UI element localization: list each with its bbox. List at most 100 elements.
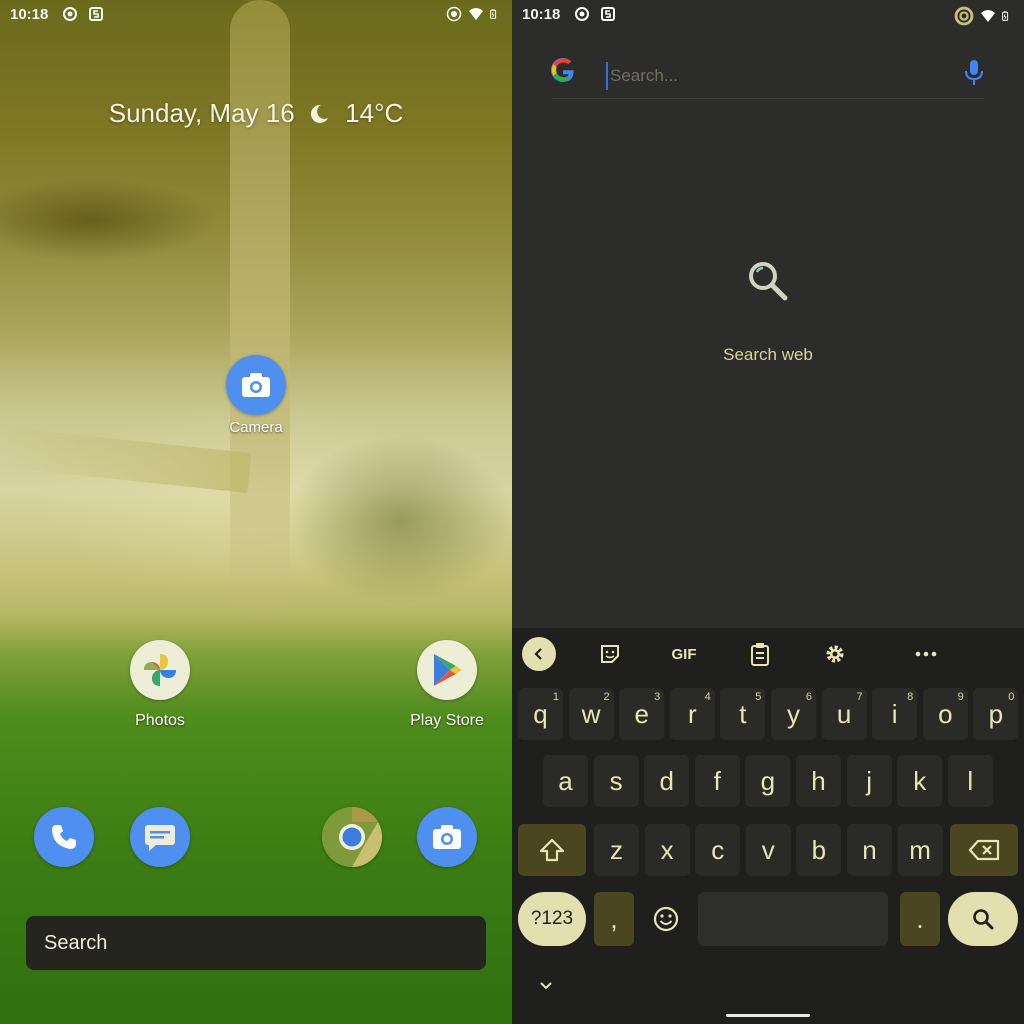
key-n[interactable]: n [847,824,892,876]
status-bar: 10:18 [0,0,512,30]
camera-icon [417,807,477,867]
shift-arrow-icon [539,838,565,862]
key-row-3: zxcvbnm [512,824,1024,876]
key-l[interactable]: l [947,755,993,807]
chrome-icon [322,807,382,867]
home-search-label: Search [44,931,108,954]
key-label: o [938,698,953,729]
key-u[interactable]: u7 [821,688,867,740]
key-v[interactable]: v [745,824,791,876]
key-row-4: ?123 , . [512,892,1024,946]
app-play-store[interactable]: Play Store [392,640,502,730]
message-icon [130,807,190,867]
search-screen: 10:18 Search web [512,0,1024,1024]
toolbar-clipboard-button[interactable] [746,638,774,670]
period-key[interactable]: . [900,892,940,946]
wifi-icon [469,8,483,20]
key-hint: 1 [552,691,559,703]
search-row [550,50,984,99]
keyboard-toolbar: GIF [512,628,1024,680]
status-time: 10:18 [10,6,49,23]
gesture-handle[interactable] [726,1014,810,1017]
key-d[interactable]: d [644,755,690,807]
play-triangle-icon [417,640,477,700]
app-camera[interactable]: Camera [201,355,311,436]
key-y[interactable]: y6 [771,688,816,740]
key-j[interactable]: j [846,755,892,807]
key-row-1: q1w2e3r4t5y6u7i8o9p0 [512,688,1024,740]
symbols-key[interactable]: ?123 [518,892,586,946]
chevron-left-icon [534,648,542,660]
google-g-icon [550,58,574,83]
hotspot-icon [446,6,462,22]
key-o[interactable]: o9 [922,688,968,740]
key-e[interactable]: e3 [619,688,665,740]
wallpaper-river-branch [0,427,252,493]
dock-chrome[interactable] [297,807,407,867]
key-b[interactable]: b [796,824,842,876]
backspace-key[interactable] [950,824,1018,876]
key-q[interactable]: q1 [518,688,563,740]
home-screen: 10:18 Sunday, May 16 14°C Camera Photos … [0,0,512,1024]
key-s[interactable]: s [593,755,639,807]
key-t[interactable]: t5 [720,688,766,740]
home-search-bar[interactable]: Search [26,916,486,970]
moon-icon [310,104,328,123]
backspace-icon [968,839,1000,861]
key-label: p [988,698,1004,729]
hotspot-icon [954,6,974,26]
phone-icon [34,807,94,867]
toolbar-sticker-button[interactable] [596,638,624,670]
status-time: 10:18 [522,6,561,23]
emoji-smile-icon [653,906,679,932]
key-f[interactable]: f [694,755,740,807]
search-icon [749,262,788,301]
app-photos[interactable]: Photos [105,640,215,730]
key-hint: 8 [907,691,914,703]
emoji-key[interactable] [642,892,690,946]
status-bar: 10:18 [512,0,1024,30]
key-z[interactable]: z [594,824,639,876]
comma-key[interactable]: , [594,892,634,946]
key-p[interactable]: p0 [973,688,1019,740]
key-x[interactable]: x [644,824,690,876]
key-hint: 0 [1008,691,1015,703]
screen-record-icon [63,7,77,21]
battery-icon [490,9,497,19]
key-h[interactable]: h [796,755,841,807]
app-label-photos: Photos [135,712,185,729]
dock-camera[interactable] [392,807,502,867]
key-k[interactable]: k [897,755,943,807]
space-key[interactable] [698,892,888,946]
dock-messages[interactable] [105,807,215,867]
gear-icon [826,645,844,663]
shift-key[interactable] [518,824,586,876]
toolbar-gif-button[interactable]: GIF [662,638,706,670]
key-a[interactable]: a [543,755,588,807]
key-label: u [836,698,852,729]
nav-bar [512,968,1024,1024]
notification-s-icon [601,7,615,21]
toolbar-more-button[interactable] [912,638,940,670]
chevron-down-icon[interactable] [538,978,554,994]
key-i[interactable]: i8 [872,688,918,740]
empty-state: Search web [512,258,1024,365]
search-input[interactable] [606,62,952,90]
dock-phone[interactable] [9,807,119,867]
key-m[interactable]: m [897,824,943,876]
wallpaper-river [230,0,290,620]
keyboard: GIF q1w2e3r4t5y6u7i8o9p0 asdfghjkl zxcvb… [512,628,1024,1024]
camera-icon [226,355,286,415]
at-a-glance[interactable]: Sunday, May 16 14°C [0,98,512,129]
key-label: w [581,698,601,729]
key-g[interactable]: g [745,755,791,807]
key-label: t [739,698,747,729]
key-w[interactable]: w2 [568,688,614,740]
key-r[interactable]: r4 [669,688,715,740]
toolbar-settings-button[interactable] [821,638,849,670]
toolbar-back-button[interactable] [522,637,556,671]
search-key[interactable] [948,892,1018,946]
search-web-label: Search web [723,345,813,364]
mic-icon[interactable] [964,59,984,87]
key-c[interactable]: c [695,824,741,876]
